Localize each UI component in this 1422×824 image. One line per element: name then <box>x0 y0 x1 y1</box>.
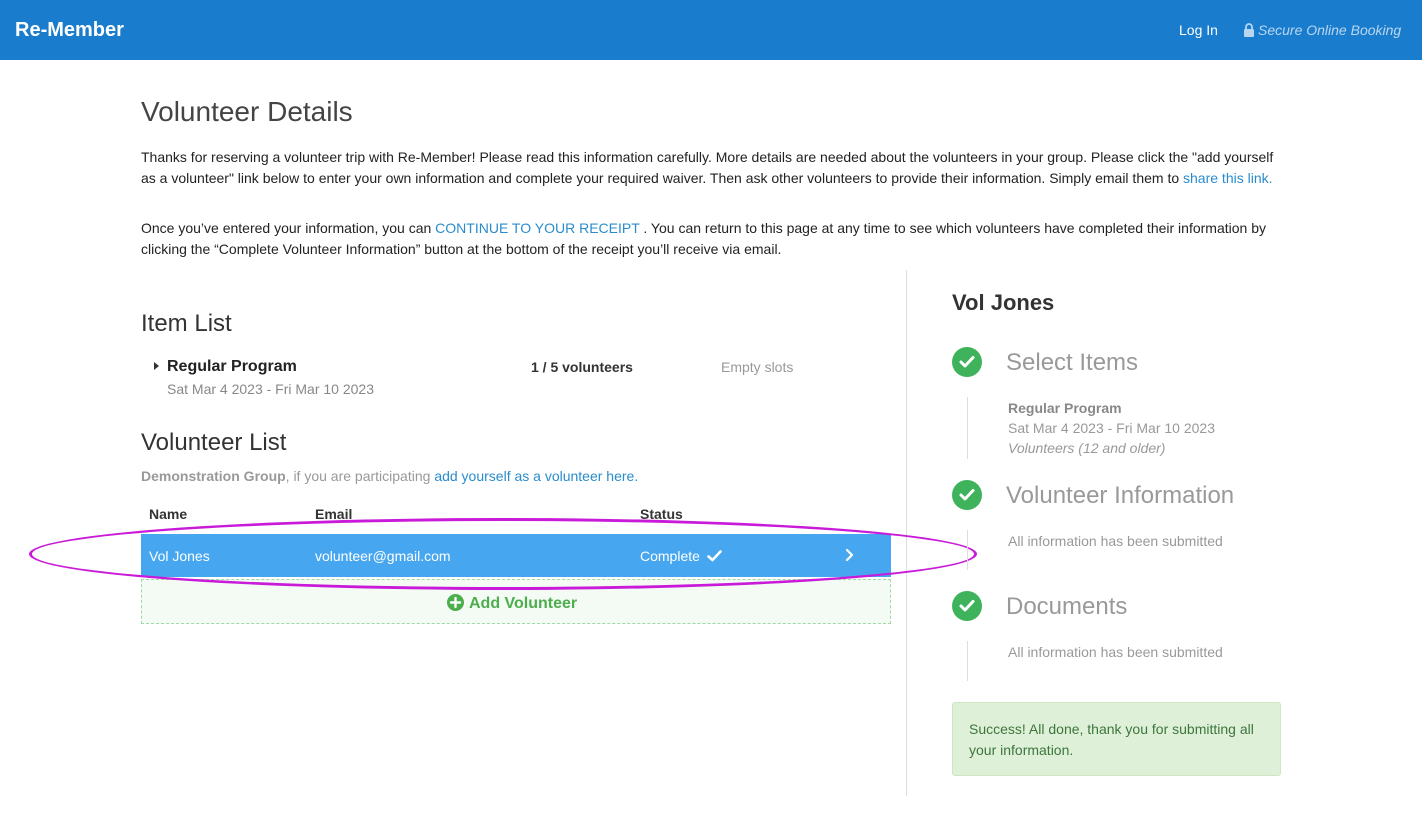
row-name: Vol Jones <box>149 548 210 564</box>
step-body-select-items: Regular Program Sat Mar 4 2023 - Fri Mar… <box>1008 398 1215 458</box>
step-line: Volunteers (12 and older) <box>1008 440 1166 456</box>
group-line: Demonstration Group, if you are particip… <box>141 468 638 484</box>
volunteer-count: 1 / 5 volunteers <box>531 359 633 375</box>
step-complete-icon <box>952 480 982 510</box>
check-icon <box>959 600 975 612</box>
step-line: All information has been submitted <box>1008 644 1223 660</box>
plus-circle-icon <box>447 594 464 611</box>
step-line: Sat Mar 4 2023 - Fri Mar 10 2023 <box>1008 420 1215 436</box>
add-volunteer-content: Add Volunteer <box>447 594 577 613</box>
program-name[interactable]: Regular Program <box>167 358 297 376</box>
top-navbar: Re-Member Log In Secure Online Booking <box>0 0 1422 60</box>
group-name: Demonstration Group <box>141 468 286 484</box>
volunteer-list-heading: Volunteer List <box>141 429 287 456</box>
column-header-name: Name <box>149 506 188 522</box>
success-alert: Success! All done, thank you for submitt… <box>952 702 1281 776</box>
step-title-select-items: Select Items <box>1006 349 1139 376</box>
step-connector <box>967 397 968 459</box>
check-icon <box>707 550 722 562</box>
add-volunteer-label: Add Volunteer <box>469 595 578 612</box>
step-line: Regular Program <box>1008 400 1122 416</box>
brand-logo[interactable]: Re-Member <box>15 19 124 42</box>
step-complete-icon <box>952 347 982 377</box>
row-status: Complete <box>640 548 722 564</box>
page-title: Volunteer Details <box>141 96 353 127</box>
empty-slots-label: Empty slots <box>721 359 794 375</box>
row-status-text: Complete <box>640 548 700 564</box>
chevron-right-icon[interactable] <box>845 548 854 562</box>
sidebar-volunteer-name: Vol Jones <box>952 290 1055 315</box>
expand-caret-icon[interactable] <box>154 362 159 370</box>
check-icon <box>959 356 975 368</box>
column-divider <box>906 270 907 796</box>
add-volunteer-button[interactable]: Add Volunteer <box>141 579 891 624</box>
group-line-mid: , if you are participating <box>285 468 435 484</box>
step-line: All information has been submitted <box>1008 533 1223 549</box>
step-body-documents: All information has been submitted <box>1008 642 1223 662</box>
login-link[interactable]: Log In <box>1179 22 1218 38</box>
share-link[interactable]: share this link. <box>1183 170 1272 186</box>
secure-booking-label: Secure Online Booking <box>1243 22 1401 38</box>
step-body-volunteer-info: All information has been submitted <box>1008 531 1223 551</box>
secure-booking-text: Secure Online Booking <box>1258 22 1402 38</box>
add-yourself-link[interactable]: add yourself as a volunteer here. <box>434 468 638 484</box>
continue-to-receipt-link[interactable]: CONTINUE TO YOUR RECEIPT <box>435 220 639 236</box>
step-connector <box>967 641 968 681</box>
receipt-paragraph: Once you’ve entered your information, yo… <box>141 218 1291 260</box>
row-email: volunteer@gmail.com <box>315 548 451 564</box>
program-dates: Sat Mar 4 2023 - Fri Mar 10 2023 <box>167 381 374 397</box>
step-title-volunteer-info: Volunteer Information <box>1006 482 1235 509</box>
column-header-email: Email <box>315 506 353 522</box>
intro-paragraph: Thanks for reserving a volunteer trip wi… <box>141 147 1291 189</box>
lock-icon <box>1244 23 1254 37</box>
step-connector <box>967 530 968 570</box>
check-icon <box>959 489 975 501</box>
step-complete-icon <box>952 591 982 621</box>
intro-text: Thanks for reserving a volunteer trip wi… <box>141 149 1274 186</box>
table-row[interactable]: Vol Jones volunteer@gmail.com Complete <box>141 534 891 577</box>
receipt-text-pre: Once you’ve entered your information, yo… <box>141 220 436 236</box>
column-header-status: Status <box>640 506 683 522</box>
step-title-documents: Documents <box>1006 593 1128 620</box>
item-list-heading: Item List <box>141 310 232 337</box>
